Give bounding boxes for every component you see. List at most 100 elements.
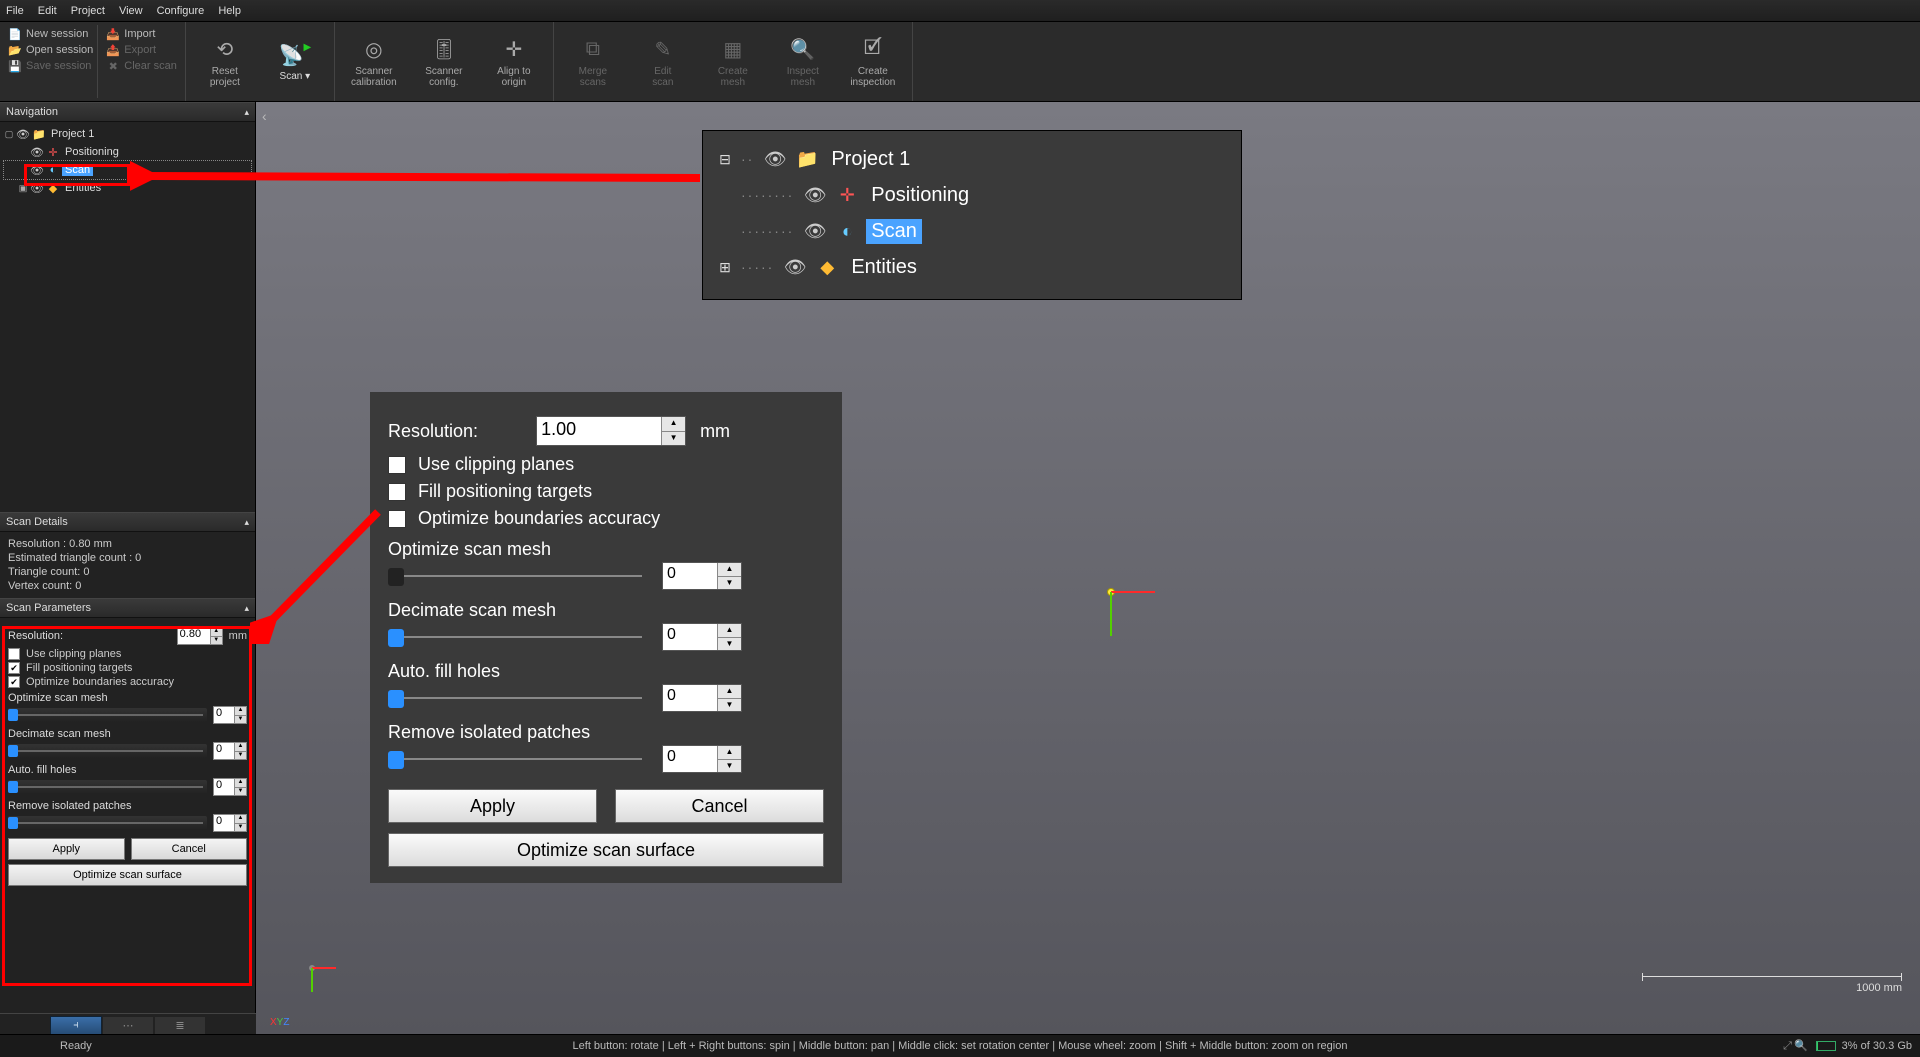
menu-configure[interactable]: Configure — [157, 5, 205, 17]
decimate-slider[interactable] — [8, 744, 207, 758]
decimate-input[interactable]: 0▲▼ — [662, 623, 742, 651]
checkbox-icon — [388, 510, 406, 528]
optimize-surface-button[interactable]: Optimize scan surface — [388, 833, 824, 867]
fill-holes-input[interactable]: 0▲▼ — [662, 684, 742, 712]
decimate-label: Decimate scan mesh — [388, 600, 824, 621]
eye-icon[interactable]: 👁 — [30, 145, 44, 159]
spinner-icon[interactable]: ▲▼ — [661, 417, 685, 445]
eye-icon[interactable]: 👁 — [30, 181, 44, 195]
menu-edit[interactable]: Edit — [38, 5, 57, 17]
resolution-input[interactable]: 0.80▲▼ — [177, 627, 223, 645]
label: Createmesh — [718, 66, 748, 88]
label: Entities — [846, 255, 922, 280]
fill-holes-slider[interactable] — [8, 780, 207, 794]
toolbar-scanner-calibration[interactable]: ◎Scannercalibration — [339, 25, 409, 98]
menu-file[interactable]: File — [6, 5, 24, 17]
back-icon[interactable]: ‹ — [262, 108, 278, 124]
collapse-icon[interactable]: ▢ — [4, 129, 14, 140]
scan-parameters-header[interactable]: Scan Parameters▴ — [0, 598, 255, 618]
checkbox-use-clipping[interactable]: Use clipping planes — [388, 454, 824, 475]
decimate-input[interactable]: 0▲▼ — [213, 742, 247, 760]
resolution-input[interactable]: 1.00▲▼ — [536, 416, 686, 446]
remove-patches-slider[interactable] — [8, 816, 207, 830]
toolbar-align-to-origin[interactable]: ✛Align toorigin — [479, 25, 549, 98]
toolbar-create-mesh[interactable]: ▦Createmesh — [698, 25, 768, 98]
opt-mesh-input[interactable]: 0▲▼ — [213, 706, 247, 724]
navigation-header[interactable]: Navigation▴ — [0, 102, 255, 122]
tree-row-entities[interactable]: ▣ 👁 ◆ Entities — [4, 179, 251, 197]
optimize-surface-button[interactable]: Optimize scan surface — [8, 864, 247, 886]
chevron-up-icon: ▴ — [244, 517, 249, 528]
remove-patches-input[interactable]: 0▲▼ — [662, 745, 742, 773]
toolbar-scanner-config[interactable]: 🎚Scannerconfig. — [409, 25, 479, 98]
remove-patches-input[interactable]: 0▲▼ — [213, 814, 247, 832]
spinner-icon[interactable]: ▲▼ — [717, 563, 741, 589]
checkbox-use-clipping[interactable]: Use clipping planes — [8, 648, 247, 660]
fill-holes-input[interactable]: 0▲▼ — [213, 778, 247, 796]
target-icon: ✛ — [836, 184, 858, 206]
label: Import — [124, 28, 155, 40]
view-mode-2[interactable]: ⋯ — [102, 1016, 154, 1036]
spinner-icon[interactable]: ▲▼ — [717, 746, 741, 772]
toolbar-inspect-mesh[interactable]: 🔍Inspectmesh — [768, 25, 838, 98]
toolbar-clear-scan[interactable]: ✖Clear scan — [106, 59, 177, 73]
opt-mesh-slider[interactable] — [388, 566, 648, 586]
label: Scan Parameters — [6, 602, 91, 614]
label: Align toorigin — [497, 66, 530, 88]
tree-row-project[interactable]: ▢ 👁 📁 Project 1 — [4, 125, 251, 143]
opt-mesh-input[interactable]: 0▲▼ — [662, 562, 742, 590]
apply-button[interactable]: Apply — [388, 789, 597, 823]
tree-row-positioning[interactable]: 👁 ✛ Positioning — [4, 143, 251, 161]
toolbar-edit-scan[interactable]: ✎Editscan — [628, 25, 698, 98]
spinner-icon[interactable]: ▲▼ — [234, 815, 246, 831]
menu-view[interactable]: View — [119, 5, 143, 17]
checkbox-fill-targets[interactable]: ✔Fill positioning targets — [8, 662, 247, 674]
scan-details-header[interactable]: Scan Details▴ — [0, 512, 255, 532]
toolbar-scan[interactable]: 📡▶Scan ▾ — [260, 25, 330, 98]
spinner-icon[interactable]: ▲▼ — [234, 779, 246, 795]
eye-icon[interactable]: 👁 — [30, 163, 44, 177]
label: Clear scan — [124, 60, 177, 72]
cancel-button[interactable]: Cancel — [131, 838, 248, 860]
toolbar-reset-project[interactable]: ⟲Resetproject — [190, 25, 260, 98]
eye-icon[interactable]: 👁 — [16, 127, 30, 141]
menu-project[interactable]: Project — [71, 5, 105, 17]
menu-help[interactable]: Help — [218, 5, 241, 17]
toolbar-save-session[interactable]: 💾Save session — [8, 59, 93, 73]
spinner-icon[interactable]: ▲▼ — [234, 707, 246, 723]
shapes-icon: ◆ — [46, 181, 60, 195]
checkbox-opt-bound[interactable]: ✔Optimize boundaries accuracy — [8, 676, 247, 688]
scanner-icon: 📡▶ — [281, 41, 309, 69]
zoom-icons[interactable]: ⤢🔍 — [1783, 1039, 1810, 1053]
decimate-slider[interactable] — [388, 627, 648, 647]
spinner-icon[interactable]: ▲▼ — [210, 628, 222, 644]
spinner-icon[interactable]: ▲▼ — [234, 743, 246, 759]
view-mode-1[interactable]: ⫞ — [50, 1016, 102, 1036]
big-row-entities: ⊞ ····· 👁 ◆ Entities — [717, 249, 1227, 285]
opt-mesh-slider[interactable] — [8, 708, 207, 722]
apply-button[interactable]: Apply — [8, 838, 125, 860]
scale-bar: 1000 mm — [1642, 976, 1902, 994]
view-mode-3[interactable]: ≣ — [154, 1016, 206, 1036]
toolbar-new-session[interactable]: 📄New session — [8, 27, 93, 41]
label: Fill positioning targets — [418, 481, 592, 502]
fill-holes-slider[interactable] — [388, 688, 648, 708]
toolbar-export[interactable]: 📤Export — [106, 43, 177, 57]
toolbar-import[interactable]: 📥Import — [106, 27, 177, 41]
checkbox-opt-bound[interactable]: Optimize boundaries accuracy — [388, 508, 824, 529]
tree-row-scan[interactable]: 👁 ◐ Scan — [4, 161, 251, 179]
cancel-button[interactable]: Cancel — [615, 789, 824, 823]
xyz-label: XYZ — [270, 1017, 289, 1028]
toolbar-merge-scans[interactable]: ⧉Mergescans — [558, 25, 628, 98]
toolbar-open-session[interactable]: 📂Open session — [8, 43, 93, 57]
spinner-icon[interactable]: ▲▼ — [717, 685, 741, 711]
toolbar-create-inspection[interactable]: 🗹Createinspection — [838, 25, 908, 98]
expand-icon[interactable]: ▣ — [18, 183, 28, 194]
label: Open session — [26, 44, 93, 56]
big-row-scan: ········ 👁 ◐ Scan — [717, 213, 1227, 249]
checkbox-fill-targets[interactable]: Fill positioning targets — [388, 481, 824, 502]
label: Createinspection — [850, 66, 895, 88]
spinner-icon[interactable]: ▲▼ — [717, 624, 741, 650]
label: New session — [26, 28, 88, 40]
remove-patches-slider[interactable] — [388, 749, 648, 769]
